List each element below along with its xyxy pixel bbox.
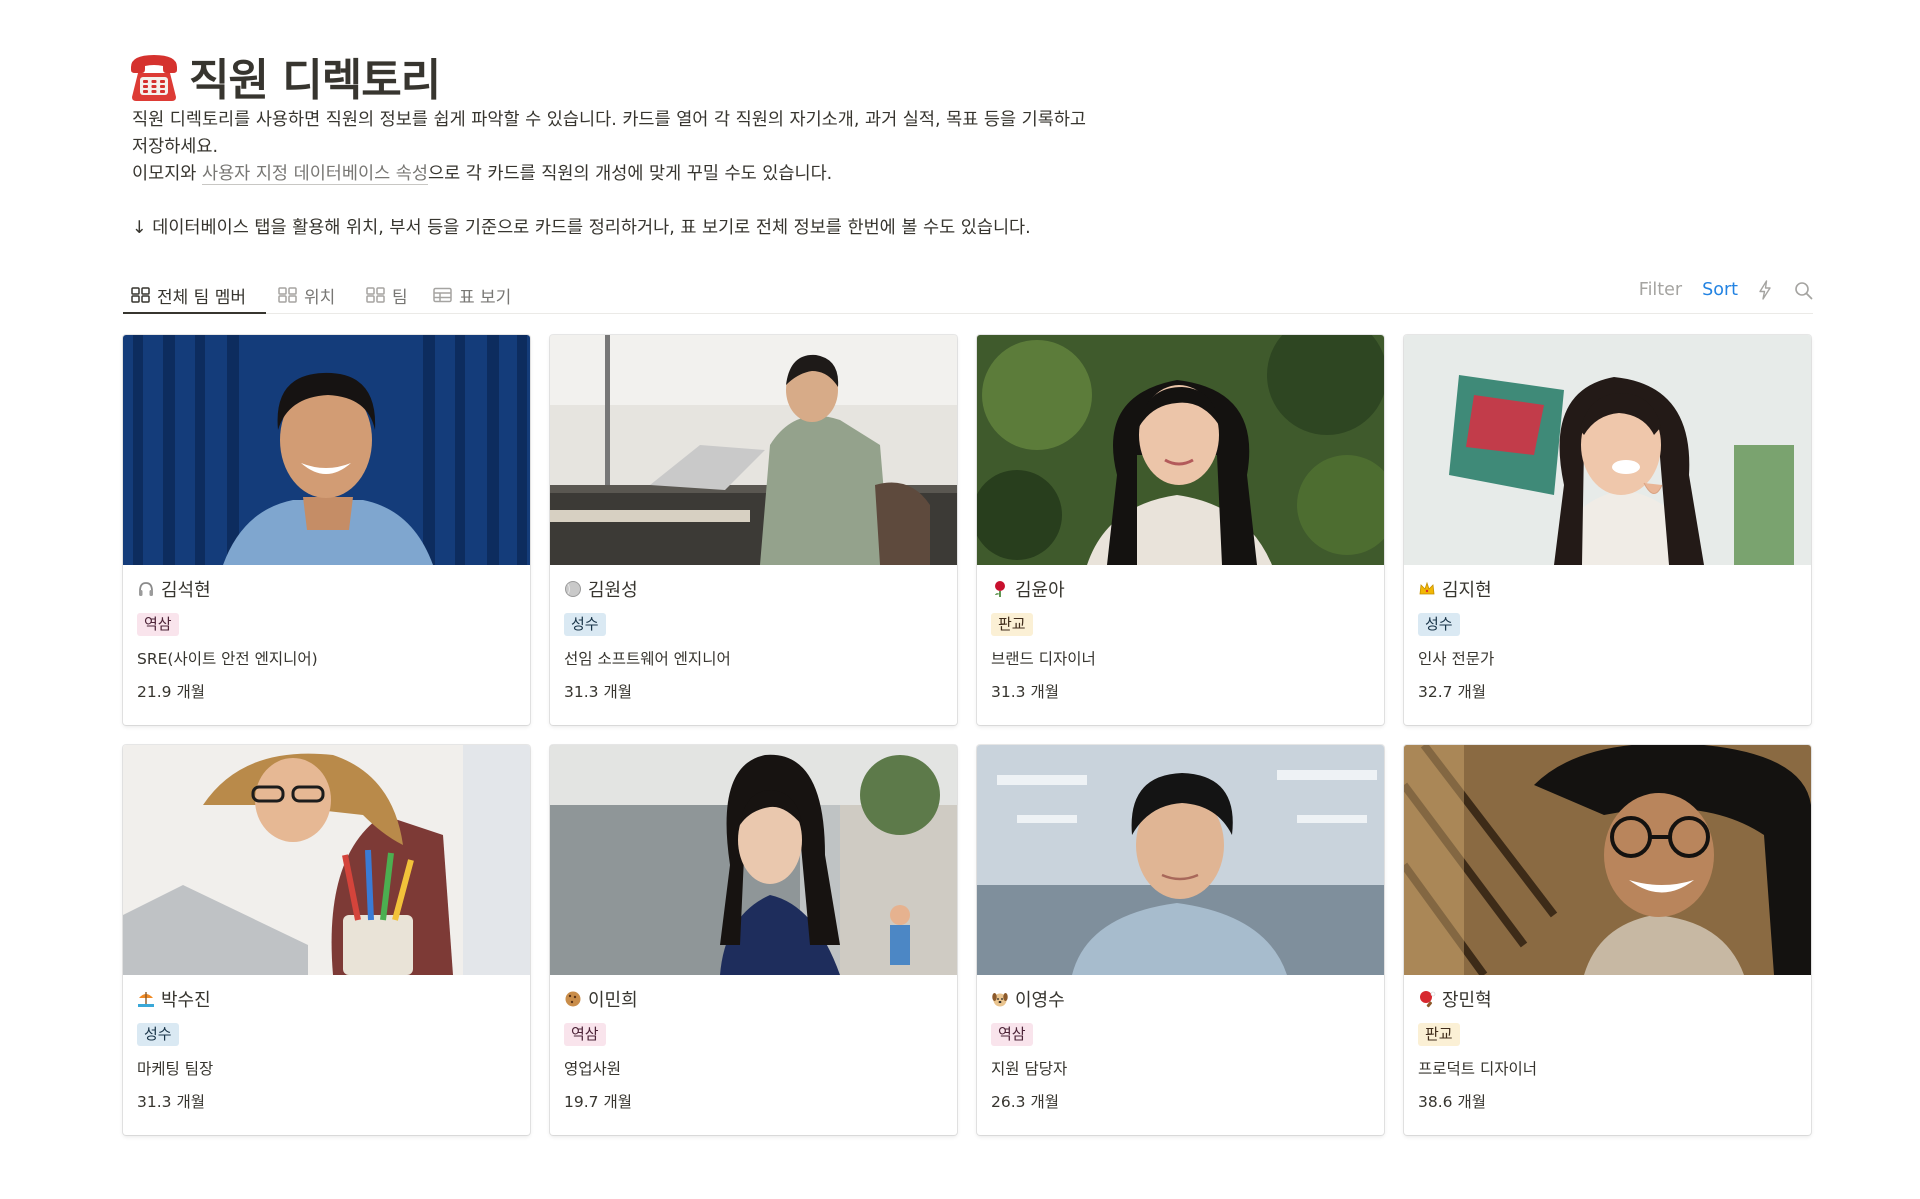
employee-name: 김윤아 bbox=[1015, 580, 1065, 601]
employee-name: 박수진 bbox=[161, 990, 211, 1011]
card-title: 김지현 bbox=[1418, 577, 1797, 601]
employee-card[interactable]: 김지현 성수 인사 전문가 32.7 개월 bbox=[1404, 335, 1811, 725]
table-icon bbox=[433, 287, 452, 303]
card-cover-photo bbox=[977, 745, 1384, 975]
employee-tenure: 31.3 개월 bbox=[991, 683, 1059, 701]
employee-name: 김원성 bbox=[588, 580, 638, 601]
description-text: 으로 각 카드를 직원의 개성에 맞게 꾸밀 수도 있습니다. bbox=[427, 164, 833, 184]
employee-role: 영업사원 bbox=[564, 1060, 622, 1078]
view-tabs-bar: 전체 팀 멤버 위치 팀 표 보기 bbox=[123, 268, 1813, 314]
description-line: ↓ 데이터베이스 탭을 활용해 위치, 부서 등을 기준으로 카드를 정리하거나… bbox=[132, 218, 1031, 238]
employee-tenure: 31.3 개월 bbox=[564, 683, 632, 701]
rose-icon bbox=[995, 581, 1005, 597]
description-line: 저장하세요. bbox=[132, 137, 219, 157]
card-title: 김석현 bbox=[137, 577, 516, 601]
employee-role: SRE(사이트 안전 엔지니어) bbox=[137, 650, 318, 668]
card-cover-photo bbox=[550, 335, 957, 565]
gallery-icon bbox=[131, 287, 150, 303]
description-line: 이모지와 사용자 지정 데이터베이스 속성으로 각 카드를 직원의 개성에 맞게… bbox=[132, 161, 1272, 188]
custom-properties-link[interactable]: 사용자 지정 데이터베이스 속성 bbox=[201, 164, 428, 185]
card-title: 김원성 bbox=[564, 577, 943, 601]
card-title: 이민희 bbox=[564, 987, 943, 1011]
location-badge: 역삼 bbox=[564, 1023, 606, 1046]
crown-icon bbox=[1419, 581, 1435, 595]
employee-name: 김석현 bbox=[161, 580, 211, 601]
card-cover-photo bbox=[123, 745, 530, 975]
location-badge: 성수 bbox=[1418, 613, 1460, 636]
gallery-icon bbox=[278, 287, 297, 303]
employee-role: 인사 전문가 bbox=[1418, 650, 1495, 668]
card-cover-photo bbox=[1404, 335, 1811, 565]
card-cover-photo bbox=[123, 335, 530, 565]
employee-name: 이민희 bbox=[588, 990, 638, 1011]
cookie-icon bbox=[565, 991, 581, 1007]
tab-location[interactable]: 위치 bbox=[270, 276, 343, 314]
tab-label: 표 보기 bbox=[459, 287, 512, 308]
location-badge: 판교 bbox=[991, 613, 1033, 636]
description-blank bbox=[132, 188, 1272, 215]
card-cover-photo bbox=[977, 335, 1384, 565]
card-title: 박수진 bbox=[137, 987, 516, 1011]
tab-table-view[interactable]: 표 보기 bbox=[425, 276, 519, 314]
ping-pong-icon bbox=[1420, 991, 1436, 1008]
description-text: 이모지와 bbox=[132, 164, 202, 184]
location-badge: 성수 bbox=[564, 613, 606, 636]
page-title: 직원 디렉토리 bbox=[189, 55, 441, 106]
employee-card[interactable]: 김석현 역삼 SRE(사이트 안전 엔지니어) 21.9 개월 bbox=[123, 335, 530, 725]
card-cover-photo bbox=[550, 745, 957, 975]
lightning-icon[interactable] bbox=[1758, 280, 1772, 300]
card-title: 장민혁 bbox=[1418, 987, 1797, 1011]
search-icon[interactable] bbox=[1794, 281, 1813, 300]
page-description: 직원 디렉토리를 사용하면 직원의 정보를 쉽게 파악할 수 있습니다. 카드를… bbox=[132, 107, 1272, 242]
employee-role: 선임 소프트웨어 엔지니어 bbox=[564, 650, 731, 668]
location-badge: 역삼 bbox=[137, 613, 179, 636]
card-cover-photo bbox=[1404, 745, 1811, 975]
employee-role: 프로덕트 디자이너 bbox=[1418, 1060, 1538, 1078]
tab-team[interactable]: 팀 bbox=[358, 276, 416, 314]
employee-tenure: 26.3 개월 bbox=[991, 1093, 1059, 1111]
tab-label: 위치 bbox=[304, 287, 336, 308]
tab-label: 전체 팀 멤버 bbox=[157, 287, 247, 308]
employee-name: 장민혁 bbox=[1442, 990, 1492, 1011]
employee-tenure: 31.3 개월 bbox=[137, 1093, 205, 1111]
card-title: 김윤아 bbox=[991, 577, 1370, 601]
beach-umbrella-icon bbox=[138, 992, 154, 1007]
employee-role: 마케팅 팀장 bbox=[137, 1060, 214, 1078]
employee-tenure: 32.7 개월 bbox=[1418, 683, 1486, 701]
employee-card[interactable]: 이민희 역삼 영업사원 19.7 개월 bbox=[550, 745, 957, 1135]
active-tab-indicator bbox=[123, 312, 266, 314]
employee-name: 김지현 bbox=[1442, 580, 1492, 601]
headphones-icon bbox=[139, 582, 153, 596]
location-badge: 역삼 bbox=[991, 1023, 1033, 1046]
employee-tenure: 38.6 개월 bbox=[1418, 1093, 1486, 1111]
filter-button[interactable]: Filter bbox=[1639, 280, 1682, 300]
employee-tenure: 19.7 개월 bbox=[564, 1093, 632, 1111]
baseball-icon bbox=[565, 581, 581, 597]
telephone-icon bbox=[131, 55, 177, 101]
employee-card[interactable]: 박수진 성수 마케팅 팀장 31.3 개월 bbox=[123, 745, 530, 1135]
tab-label: 팀 bbox=[392, 287, 408, 308]
employee-card[interactable]: 장민혁 판교 프로덕트 디자이너 38.6 개월 bbox=[1404, 745, 1811, 1135]
employee-role: 브랜드 디자이너 bbox=[991, 650, 1096, 668]
employee-card[interactable]: 김윤아 판교 브랜드 디자이너 31.3 개월 bbox=[977, 335, 1384, 725]
page-title-row: 직원 디렉토리 bbox=[125, 44, 441, 108]
description-line: 직원 디렉토리를 사용하면 직원의 정보를 쉽게 파악할 수 있습니다. 카드를… bbox=[132, 110, 1087, 130]
employee-name: 이영수 bbox=[1015, 990, 1065, 1011]
employee-tenure: 21.9 개월 bbox=[137, 683, 205, 701]
employee-card[interactable]: 이영수 역삼 지원 담당자 26.3 개월 bbox=[977, 745, 1384, 1135]
gallery-icon bbox=[366, 287, 385, 303]
database-toolbar: Filter Sort bbox=[1639, 278, 1813, 302]
dog-face-icon bbox=[992, 993, 1008, 1007]
location-badge: 성수 bbox=[137, 1023, 179, 1046]
sort-button[interactable]: Sort bbox=[1702, 280, 1738, 300]
employee-card[interactable]: 김원성 성수 선임 소프트웨어 엔지니어 31.3 개월 bbox=[550, 335, 957, 725]
card-title: 이영수 bbox=[991, 987, 1370, 1011]
employee-role: 지원 담당자 bbox=[991, 1060, 1068, 1078]
tab-all-members[interactable]: 전체 팀 멤버 bbox=[123, 276, 254, 314]
location-badge: 판교 bbox=[1418, 1023, 1460, 1046]
